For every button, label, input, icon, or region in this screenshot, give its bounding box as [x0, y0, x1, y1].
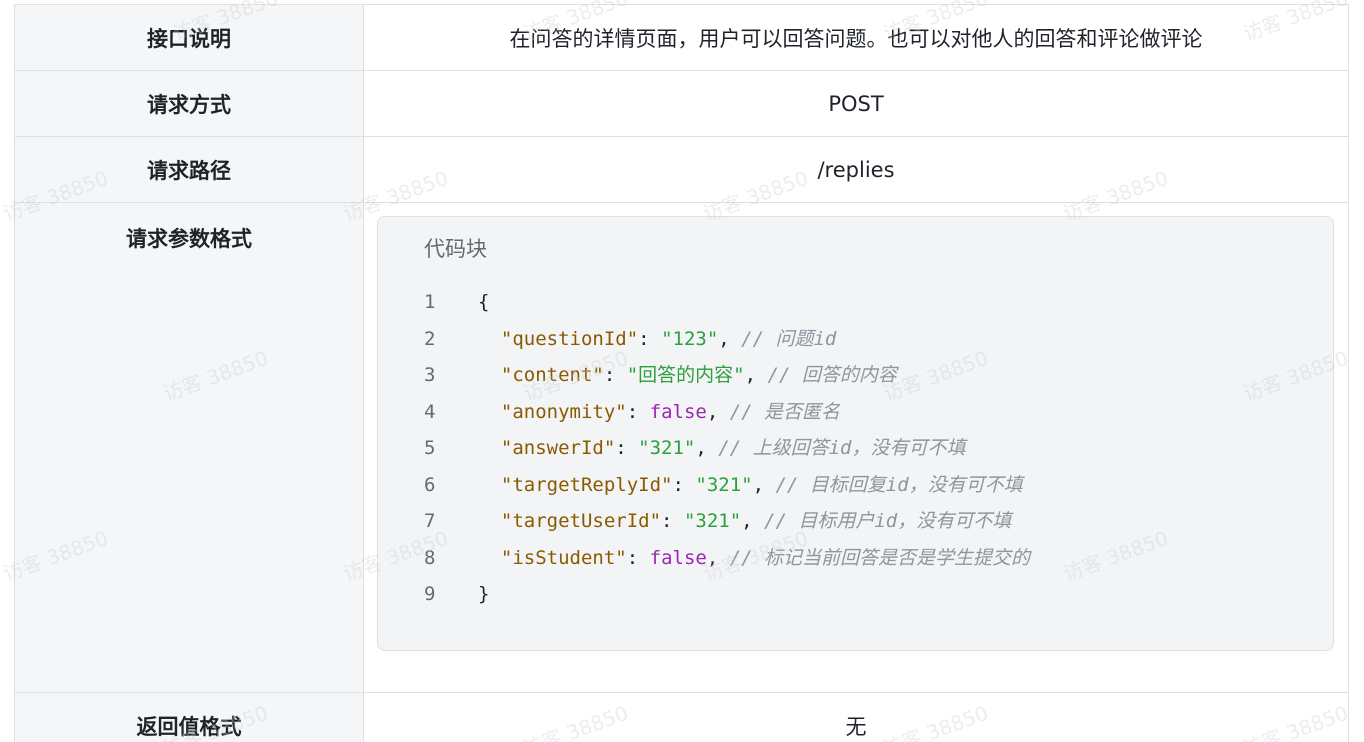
code-brace: }: [478, 583, 490, 605]
line-number: 6: [424, 473, 436, 496]
api-doc-page: 接口说明 在问答的详情页面，用户可以回答问题。也可以对他人的回答和评论做评论 请…: [0, 0, 1364, 742]
code-value: "321": [638, 437, 696, 459]
code-comma: ,: [718, 327, 742, 350]
code-block-title: 代码块: [424, 237, 487, 261]
row-value-description: 在问答的详情页面，用户可以回答问题。也可以对他人的回答和评论做评论: [363, 4, 1349, 71]
row-value-params: 代码块 1{2 "questionId": "123", // 问题id 3 "c…: [363, 202, 1349, 693]
code-line: 8 "isStudent": false, // 标记当前回答是否是学生提交的: [424, 540, 1313, 577]
code-line: 5 "answerId": "321", // 上级回答id，没有可不填: [424, 430, 1313, 467]
row-label-path: 请求路径: [14, 136, 364, 203]
code-colon: :: [615, 437, 639, 459]
row-label-params: 请求参数格式: [14, 202, 364, 693]
code-colon: :: [661, 510, 684, 532]
code-line: 6 "targetReplyId": "321", // 目标回复id，没有可不…: [424, 467, 1313, 504]
table-row: 返回值格式 无: [14, 692, 1349, 742]
row-label-method: 请求方式: [14, 70, 364, 137]
code-key: "content": [500, 364, 604, 386]
code-colon: :: [626, 400, 650, 423]
table-row: 请求路径 /replies: [14, 136, 1349, 203]
table-row: 请求方式 POST: [14, 70, 1349, 137]
code-comment: // 标记当前回答是否是学生提交的: [729, 546, 1031, 569]
code-key: "answerId": [500, 437, 616, 459]
code-value: false: [649, 400, 707, 423]
code-content: }: [478, 576, 489, 613]
table-row: 接口说明 在问答的详情页面，用户可以回答问题。也可以对他人的回答和评论做评论: [14, 4, 1349, 71]
code-key: "targetUserId": [500, 510, 662, 532]
row-label-return: 返回值格式: [14, 692, 364, 742]
line-number: 7: [424, 510, 436, 532]
code-comment: // 目标回复id，没有可不填: [775, 473, 1023, 496]
code-brace: {: [478, 291, 490, 313]
table-row: 请求参数格式 代码块 1{2 "questionId": "123", // 问…: [14, 202, 1349, 693]
code-comma: ,: [741, 510, 765, 532]
code-value: "123": [661, 327, 719, 350]
code-comma: ,: [752, 473, 776, 496]
code-colon: :: [626, 546, 650, 569]
code-value: "321": [683, 510, 742, 532]
code-value: false: [649, 546, 707, 569]
row-label-description: 接口说明: [14, 4, 364, 71]
line-number: 2: [424, 327, 436, 350]
code-colon: :: [603, 364, 627, 386]
code-value: "321": [695, 473, 753, 496]
line-number: 3: [424, 364, 436, 386]
row-value-return: 无: [363, 692, 1349, 742]
code-content: "targetReplyId": "321", // 目标回复id，没有可不填: [478, 467, 1023, 504]
code-lines: 1{2 "questionId": "123", // 问题id 3 "conte…: [424, 284, 1313, 613]
code-line: 9}: [424, 576, 1313, 613]
api-spec-table: 接口说明 在问答的详情页面，用户可以回答问题。也可以对他人的回答和评论做评论 请…: [14, 4, 1349, 742]
code-comma: ,: [695, 437, 719, 459]
code-content: "targetUserId": "321", // 目标用户id，没有可不填: [478, 503, 1011, 540]
line-number: 5: [424, 437, 436, 459]
code-comment: // 目标用户id，没有可不填: [764, 510, 1012, 532]
line-number: 1: [424, 291, 436, 313]
code-comma: ,: [706, 400, 730, 423]
code-content: "isStudent": false, // 标记当前回答是否是学生提交的: [478, 540, 1030, 577]
code-line: 1{: [424, 284, 1313, 321]
code-content: "anonymity": false, // 是否匿名: [478, 394, 840, 431]
code-value: "回答的内容": [626, 364, 745, 386]
code-comment: // 问题id: [741, 327, 837, 350]
code-comma: ,: [706, 546, 730, 569]
line-number: 8: [424, 546, 436, 569]
line-number: 4: [424, 400, 436, 423]
code-line: 2 "questionId": "123", // 问题id: [424, 321, 1313, 358]
code-line: 4 "anonymity": false, // 是否匿名: [424, 394, 1313, 431]
code-content: {: [478, 284, 489, 321]
line-number: 9: [424, 583, 436, 605]
code-comma: ,: [744, 364, 768, 386]
code-line: 7 "targetUserId": "321", // 目标用户id，没有可不填: [424, 503, 1313, 540]
code-line: 3 "content": "回答的内容", // 回答的内容: [424, 357, 1313, 394]
row-value-path: /replies: [363, 136, 1349, 203]
code-key: "questionId": [500, 327, 639, 350]
code-content: "content": "回答的内容", // 回答的内容: [478, 357, 897, 394]
code-comment: // 上级回答id，没有可不填: [718, 437, 966, 459]
code-key: "anonymity": [500, 400, 627, 423]
code-key: "targetReplyId": [500, 473, 673, 496]
code-content: "questionId": "123", // 问题id: [478, 321, 836, 358]
row-value-method: POST: [363, 70, 1349, 137]
code-block[interactable]: 代码块 1{2 "questionId": "123", // 问题id 3 "c…: [377, 216, 1334, 651]
code-colon: :: [672, 473, 696, 496]
code-key: "isStudent": [500, 546, 627, 569]
code-comment: // 回答的内容: [767, 364, 897, 386]
code-comment: // 是否匿名: [729, 400, 841, 423]
code-colon: :: [638, 327, 662, 350]
code-content: "answerId": "321", // 上级回答id，没有可不填: [478, 430, 966, 467]
